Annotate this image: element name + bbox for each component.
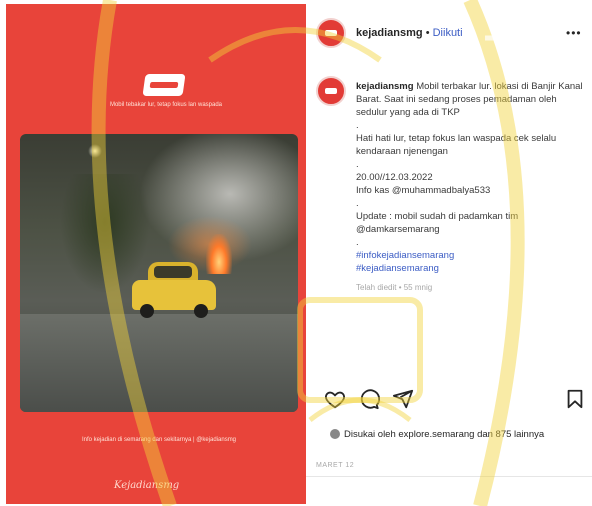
- post-panel: kejadiansmg • Diikuti ••• kejadiansmg Mo…: [306, 0, 592, 506]
- hashtag-link[interactable]: #kejadiansemarang: [356, 262, 584, 275]
- caption-avatar[interactable]: [316, 76, 346, 106]
- post-timestamp: Telah diedit • 55 mnig: [356, 283, 433, 292]
- post-media[interactable]: Mobil tebakar lur, tetap fokus lan waspa…: [6, 4, 306, 504]
- more-icon[interactable]: •••: [566, 26, 582, 40]
- caption-username[interactable]: kejadiansmg: [356, 81, 414, 92]
- bookmark-icon[interactable]: [564, 388, 586, 410]
- media-caption-bottom: Info kejadian di semarang dan sekitarnya…: [81, 437, 237, 443]
- post-header: kejadiansmg • Diikuti: [356, 27, 463, 39]
- divider: [306, 476, 592, 477]
- follow-status[interactable]: Diikuti: [433, 27, 463, 39]
- heart-icon[interactable]: [324, 388, 346, 410]
- burning-car-photo: [20, 134, 298, 412]
- liker-avatar: [330, 429, 340, 440]
- street-lamp: [88, 144, 102, 158]
- share-icon[interactable]: [392, 388, 414, 410]
- avatar[interactable]: [316, 18, 346, 48]
- media-signature: Kejadiansmg: [114, 480, 180, 491]
- likes-summary[interactable]: Disukai oleh explore.semarang dan 875 la…: [330, 428, 544, 441]
- media-caption-top: Mobil tebakar lur, tetap fokus lan waspa…: [109, 102, 223, 108]
- yellow-car: [132, 262, 216, 318]
- comment-icon[interactable]: [358, 388, 380, 410]
- post-caption: kejadiansmg Mobil terbakar lur. lokasi d…: [356, 81, 584, 292]
- brand-logo-icon: [142, 74, 186, 96]
- hashtag-link[interactable]: #infokejadiansemarang: [356, 249, 584, 262]
- action-bar: [324, 388, 586, 412]
- username-link[interactable]: kejadiansmg: [356, 27, 423, 39]
- post-date: MARET 12: [316, 462, 355, 469]
